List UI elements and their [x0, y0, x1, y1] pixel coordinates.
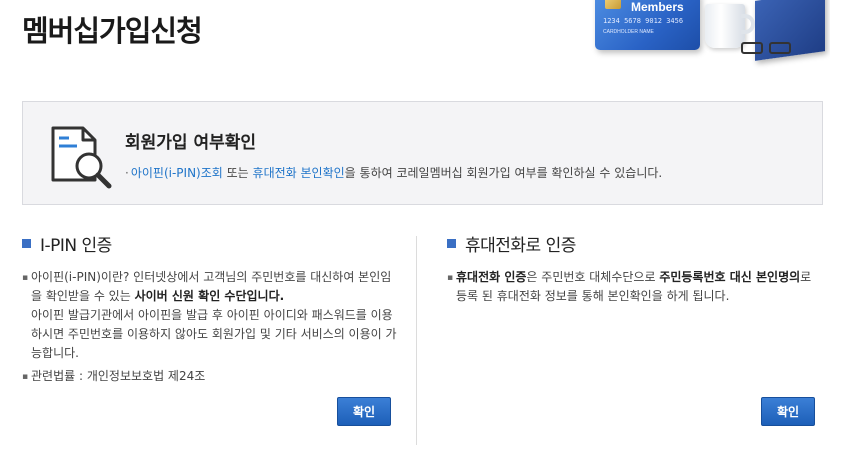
- info-desc-end: 을 통하여 코레일멤버십 회원가입 여부를 확인하실 수 있습니다.: [344, 166, 663, 180]
- ipin-law: ▪ 관련법률 : 개인정보보호법 제24조: [22, 367, 397, 387]
- info-description: · 아이핀(i-PIN)조회 또는 휴대전화 본인확인을 통하여 코레일멤버십 회…: [125, 164, 662, 181]
- card-holder: CARDHOLDER NAME: [603, 29, 654, 35]
- dot-bullet-icon: ·: [125, 166, 129, 180]
- phone-desc-strong-1: 휴대전화 인증: [456, 270, 527, 284]
- document-search-icon: [51, 126, 112, 189]
- square-bullet-icon: [447, 238, 456, 248]
- phone-confirm-button[interactable]: 확인: [761, 397, 815, 426]
- phone-verify-link[interactable]: 휴대전화 본인확인: [253, 166, 345, 180]
- phone-section: 휴대전화로 인증 ▪ 휴대전화 인증은 주민번호 대체수단으로 주민등록번호 대…: [447, 230, 822, 306]
- membership-card-illustration: Members 1234 5678 9012 3456 CARDHOLDER N…: [595, 0, 700, 50]
- square-bullet-icon: ▪: [447, 273, 454, 283]
- info-desc-mid: 또는: [222, 166, 253, 180]
- square-bullet-icon: [22, 238, 31, 248]
- header-illustration: Members 1234 5678 9012 3456 CARDHOLDER N…: [565, 0, 830, 72]
- info-title: 회원가입 여부확인: [125, 133, 257, 153]
- ipin-section: I-PIN 인증 ▪ 아이핀(i-PIN)이란? 인터넷상에서 고객님의 주민번…: [22, 230, 397, 387]
- mug-handle: [741, 14, 755, 34]
- square-bullet-icon: ▪: [22, 372, 29, 382]
- ipin-title: I-PIN 인증: [40, 235, 112, 256]
- phone-description: ▪ 휴대전화 인증은 주민번호 대체수단으로 주민등록번호 대신 본인명의로 등…: [447, 268, 822, 306]
- phone-title: 휴대전화로 인증: [465, 235, 576, 256]
- card-number: 1234 5678 9012 3456: [603, 17, 684, 25]
- membership-check-box: 회원가입 여부확인 · 아이핀(i-PIN)조회 또는 휴대전화 본인확인을 통하…: [22, 101, 823, 205]
- phone-desc-1: 은 주민번호 대체수단으로: [526, 270, 660, 284]
- ipin-desc-2: 아이핀 발급기관에서 아이핀을 발급 후 아이핀 아이디와 패스워드를 이용하시…: [31, 308, 397, 360]
- square-bullet-icon: ▪: [22, 273, 29, 283]
- glasses-illustration: [737, 40, 797, 58]
- ipin-lookup-link[interactable]: 아이핀(i-PIN)조회: [131, 166, 223, 180]
- ipin-description: ▪ 아이핀(i-PIN)이란? 인터넷상에서 고객님의 주민번호를 대신하여 본…: [22, 268, 397, 363]
- ipin-law-text: 관련법률 : 개인정보보호법 제24조: [31, 369, 206, 383]
- card-chip-icon: [605, 0, 621, 9]
- ipin-desc-strong: 사이버 신원 확인 수단입니다.: [134, 289, 285, 303]
- page-title: 멤버십가입신청: [22, 14, 203, 48]
- column-divider: [416, 236, 417, 445]
- card-label: Members: [631, 0, 684, 14]
- phone-desc-strong-2: 주민등록번호 대신 본인명의: [659, 270, 801, 284]
- ipin-confirm-button[interactable]: 확인: [337, 397, 391, 426]
